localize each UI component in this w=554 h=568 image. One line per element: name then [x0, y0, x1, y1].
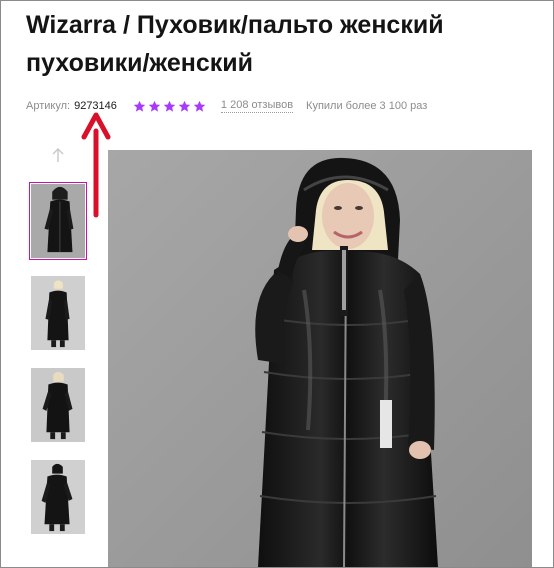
coat-thumbnail-image — [31, 460, 85, 534]
article-value: 9273146 — [74, 100, 117, 112]
product-meta: Артикул: 9273146 1 208 отзывов Купили бо… — [26, 97, 427, 115]
star-icon — [163, 100, 176, 113]
purchase-count: Купили более 3 100 раз — [306, 100, 428, 112]
gallery-thumbnail-1[interactable] — [29, 182, 87, 260]
coat-thumbnail-image — [31, 276, 85, 350]
reviews-link[interactable]: 1 208 отзывов — [220, 99, 294, 113]
woman-in-black-puffer-coat-image — [108, 150, 532, 567]
gallery-thumbnail-4[interactable] — [29, 458, 87, 536]
main-product-photo[interactable] — [108, 150, 532, 567]
gallery-up-arrow-icon[interactable] — [51, 147, 65, 163]
star-icon — [133, 100, 146, 113]
coat-thumbnail-image — [31, 368, 85, 442]
gallery-thumbnail-3[interactable] — [29, 366, 87, 444]
rating-stars — [133, 100, 208, 113]
star-icon — [178, 100, 191, 113]
article-label: Артикул: — [26, 100, 71, 112]
coat-thumbnail-image — [31, 184, 85, 258]
gallery-thumbnail-2[interactable] — [29, 274, 87, 352]
star-icon — [148, 100, 161, 113]
product-title: Wizarra / Пуховик/пальто женский пуховик… — [26, 11, 444, 77]
star-icon — [193, 100, 206, 113]
product-page: Wizarra / Пуховик/пальто женский пуховик… — [0, 0, 554, 568]
